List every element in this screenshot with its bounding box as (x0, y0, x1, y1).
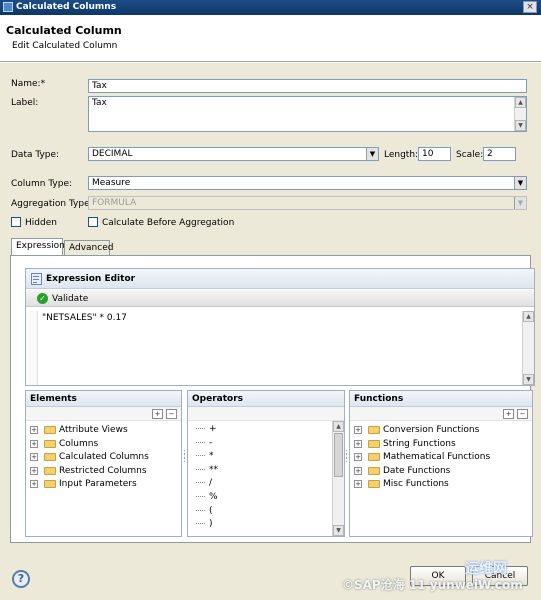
window-title-bar: Calculated Columns × (0, 0, 541, 15)
close-icon[interactable]: × (523, 1, 537, 13)
window-app-icon (3, 2, 13, 12)
tab-expression[interactable]: Expression (11, 238, 65, 256)
watermark-text: ©SAP沧海 11 yunweiW.com (342, 578, 523, 592)
length-input[interactable]: 10 (418, 147, 451, 161)
expand-all-icon[interactable]: + (152, 409, 163, 419)
dialog-header: Calculated Column Edit Calculated Column (0, 15, 541, 62)
expression-text-area[interactable]: "NETSALES" * 0.17 ▲ ▼ (26, 311, 534, 385)
column-type-value: Measure (92, 178, 131, 188)
validate-button[interactable]: ✓ Validate (26, 290, 534, 307)
folder-icon (44, 453, 56, 462)
expand-icon[interactable]: + (30, 466, 38, 475)
scroll-thumb[interactable] (334, 433, 343, 477)
functions-pane-header: Functions (350, 391, 532, 407)
expression-editor-header: Expression Editor (26, 269, 534, 289)
scale-label: Scale: (456, 150, 484, 160)
expression-code: "NETSALES" * 0.17 (42, 313, 127, 323)
hidden-checkbox[interactable] (11, 217, 21, 227)
folder-icon (44, 439, 56, 448)
label-textarea[interactable]: Tax ▲ ▼ (88, 96, 527, 132)
collapse-all-icon[interactable]: − (517, 409, 528, 419)
functions-pane-title: Functions (354, 394, 404, 404)
expand-icon[interactable]: + (354, 426, 362, 434)
operators-pane-header: Operators (188, 391, 344, 407)
label-textarea-value: Tax (92, 98, 107, 108)
scroll-up-icon[interactable]: ▲ (523, 311, 534, 322)
folder-icon (368, 480, 380, 489)
expand-icon[interactable]: + (354, 466, 362, 475)
aggregation-type-value: FORMULA (92, 198, 137, 208)
scroll-down-icon[interactable]: ▼ (515, 120, 526, 131)
calc-before-aggregation-label: Calculate Before Aggregation (102, 218, 235, 228)
column-type-label: Column Type: (11, 179, 73, 189)
data-type-value: DECIMAL (92, 149, 133, 159)
scale-input[interactable]: 2 (483, 147, 516, 161)
expand-icon[interactable]: + (354, 453, 362, 462)
hidden-label: Hidden (25, 218, 57, 228)
data-type-label: Data Type: (11, 150, 60, 160)
tab-advanced[interactable]: Advanced (64, 240, 113, 256)
expression-editor-icon (31, 273, 42, 285)
folder-icon (44, 480, 56, 489)
functions-pane: Functions + − + Conversion Functions + Str… (349, 390, 533, 537)
elements-toolbar: + − (26, 407, 181, 421)
name-label: Name:* (11, 79, 46, 89)
aggregation-type-label: Aggregation Type: (11, 199, 93, 209)
expand-icon[interactable]: + (354, 439, 362, 448)
pane-splitter[interactable]: ::: (345, 448, 348, 464)
calc-before-aggregation-checkbox[interactable] (88, 217, 98, 227)
data-type-select[interactable]: DECIMAL ▼ (88, 147, 379, 161)
label-label: Label: (11, 98, 39, 108)
check-circle-icon: ✓ (37, 293, 48, 304)
expand-icon[interactable]: + (30, 453, 38, 462)
aggregation-type-select: FORMULA ▼ (88, 196, 527, 210)
label-scrollbar[interactable]: ▲ ▼ (514, 97, 526, 131)
watermark-logo: 运维网 (465, 561, 507, 577)
expand-icon[interactable]: + (354, 480, 362, 489)
chevron-down-icon: ▼ (514, 197, 526, 209)
folder-icon (44, 426, 56, 434)
operators-pane: Operators + - * ** / % ( ) = ▲ ▼ (187, 390, 345, 537)
scroll-up-icon[interactable]: ▲ (515, 97, 526, 108)
elements-pane-title: Elements (30, 394, 77, 404)
operators-scrollbar[interactable]: ▲ ▼ (332, 421, 344, 536)
folder-icon (368, 439, 380, 448)
expression-editor: Expression Editor ✓ Validate "NETSALES" … (25, 268, 535, 386)
expression-scrollbar[interactable]: ▲ ▼ (522, 311, 534, 385)
dialog-subtitle: Edit Calculated Column (12, 41, 118, 51)
expand-all-icon[interactable]: + (503, 409, 514, 419)
folder-icon (44, 466, 56, 475)
expression-editor-title: Expression Editor (46, 274, 136, 284)
line-gutter (26, 311, 38, 385)
chevron-down-icon[interactable]: ▼ (366, 148, 378, 160)
window-title: Calculated Columns (16, 2, 117, 12)
folder-icon (368, 466, 380, 475)
elements-pane: Elements + − + Attribute Views + Columns +… (25, 390, 182, 537)
name-input[interactable]: Tax (88, 79, 527, 93)
folder-icon (368, 453, 380, 462)
functions-toolbar: + − (350, 407, 532, 421)
dialog-title: Calculated Column (6, 24, 122, 37)
expand-icon[interactable]: + (30, 439, 38, 448)
scroll-down-icon[interactable]: ▼ (333, 525, 344, 536)
validate-label: Validate (52, 294, 89, 304)
folder-icon (368, 426, 380, 434)
scroll-up-icon[interactable]: ▲ (333, 421, 344, 432)
pane-splitter[interactable]: ::: (183, 448, 186, 464)
operators-pane-title: Operators (192, 394, 243, 404)
collapse-all-icon[interactable]: − (166, 409, 177, 419)
length-label: Length: (384, 150, 419, 160)
expand-icon[interactable]: + (30, 480, 38, 489)
elements-pane-header: Elements (26, 391, 181, 407)
column-type-select[interactable]: Measure ▼ (88, 176, 527, 190)
help-icon[interactable]: ? (12, 570, 30, 588)
expand-icon[interactable]: + (30, 426, 38, 434)
scroll-down-icon[interactable]: ▼ (523, 374, 534, 385)
operators-toolbar (188, 407, 344, 421)
chevron-down-icon[interactable]: ▼ (514, 177, 526, 189)
